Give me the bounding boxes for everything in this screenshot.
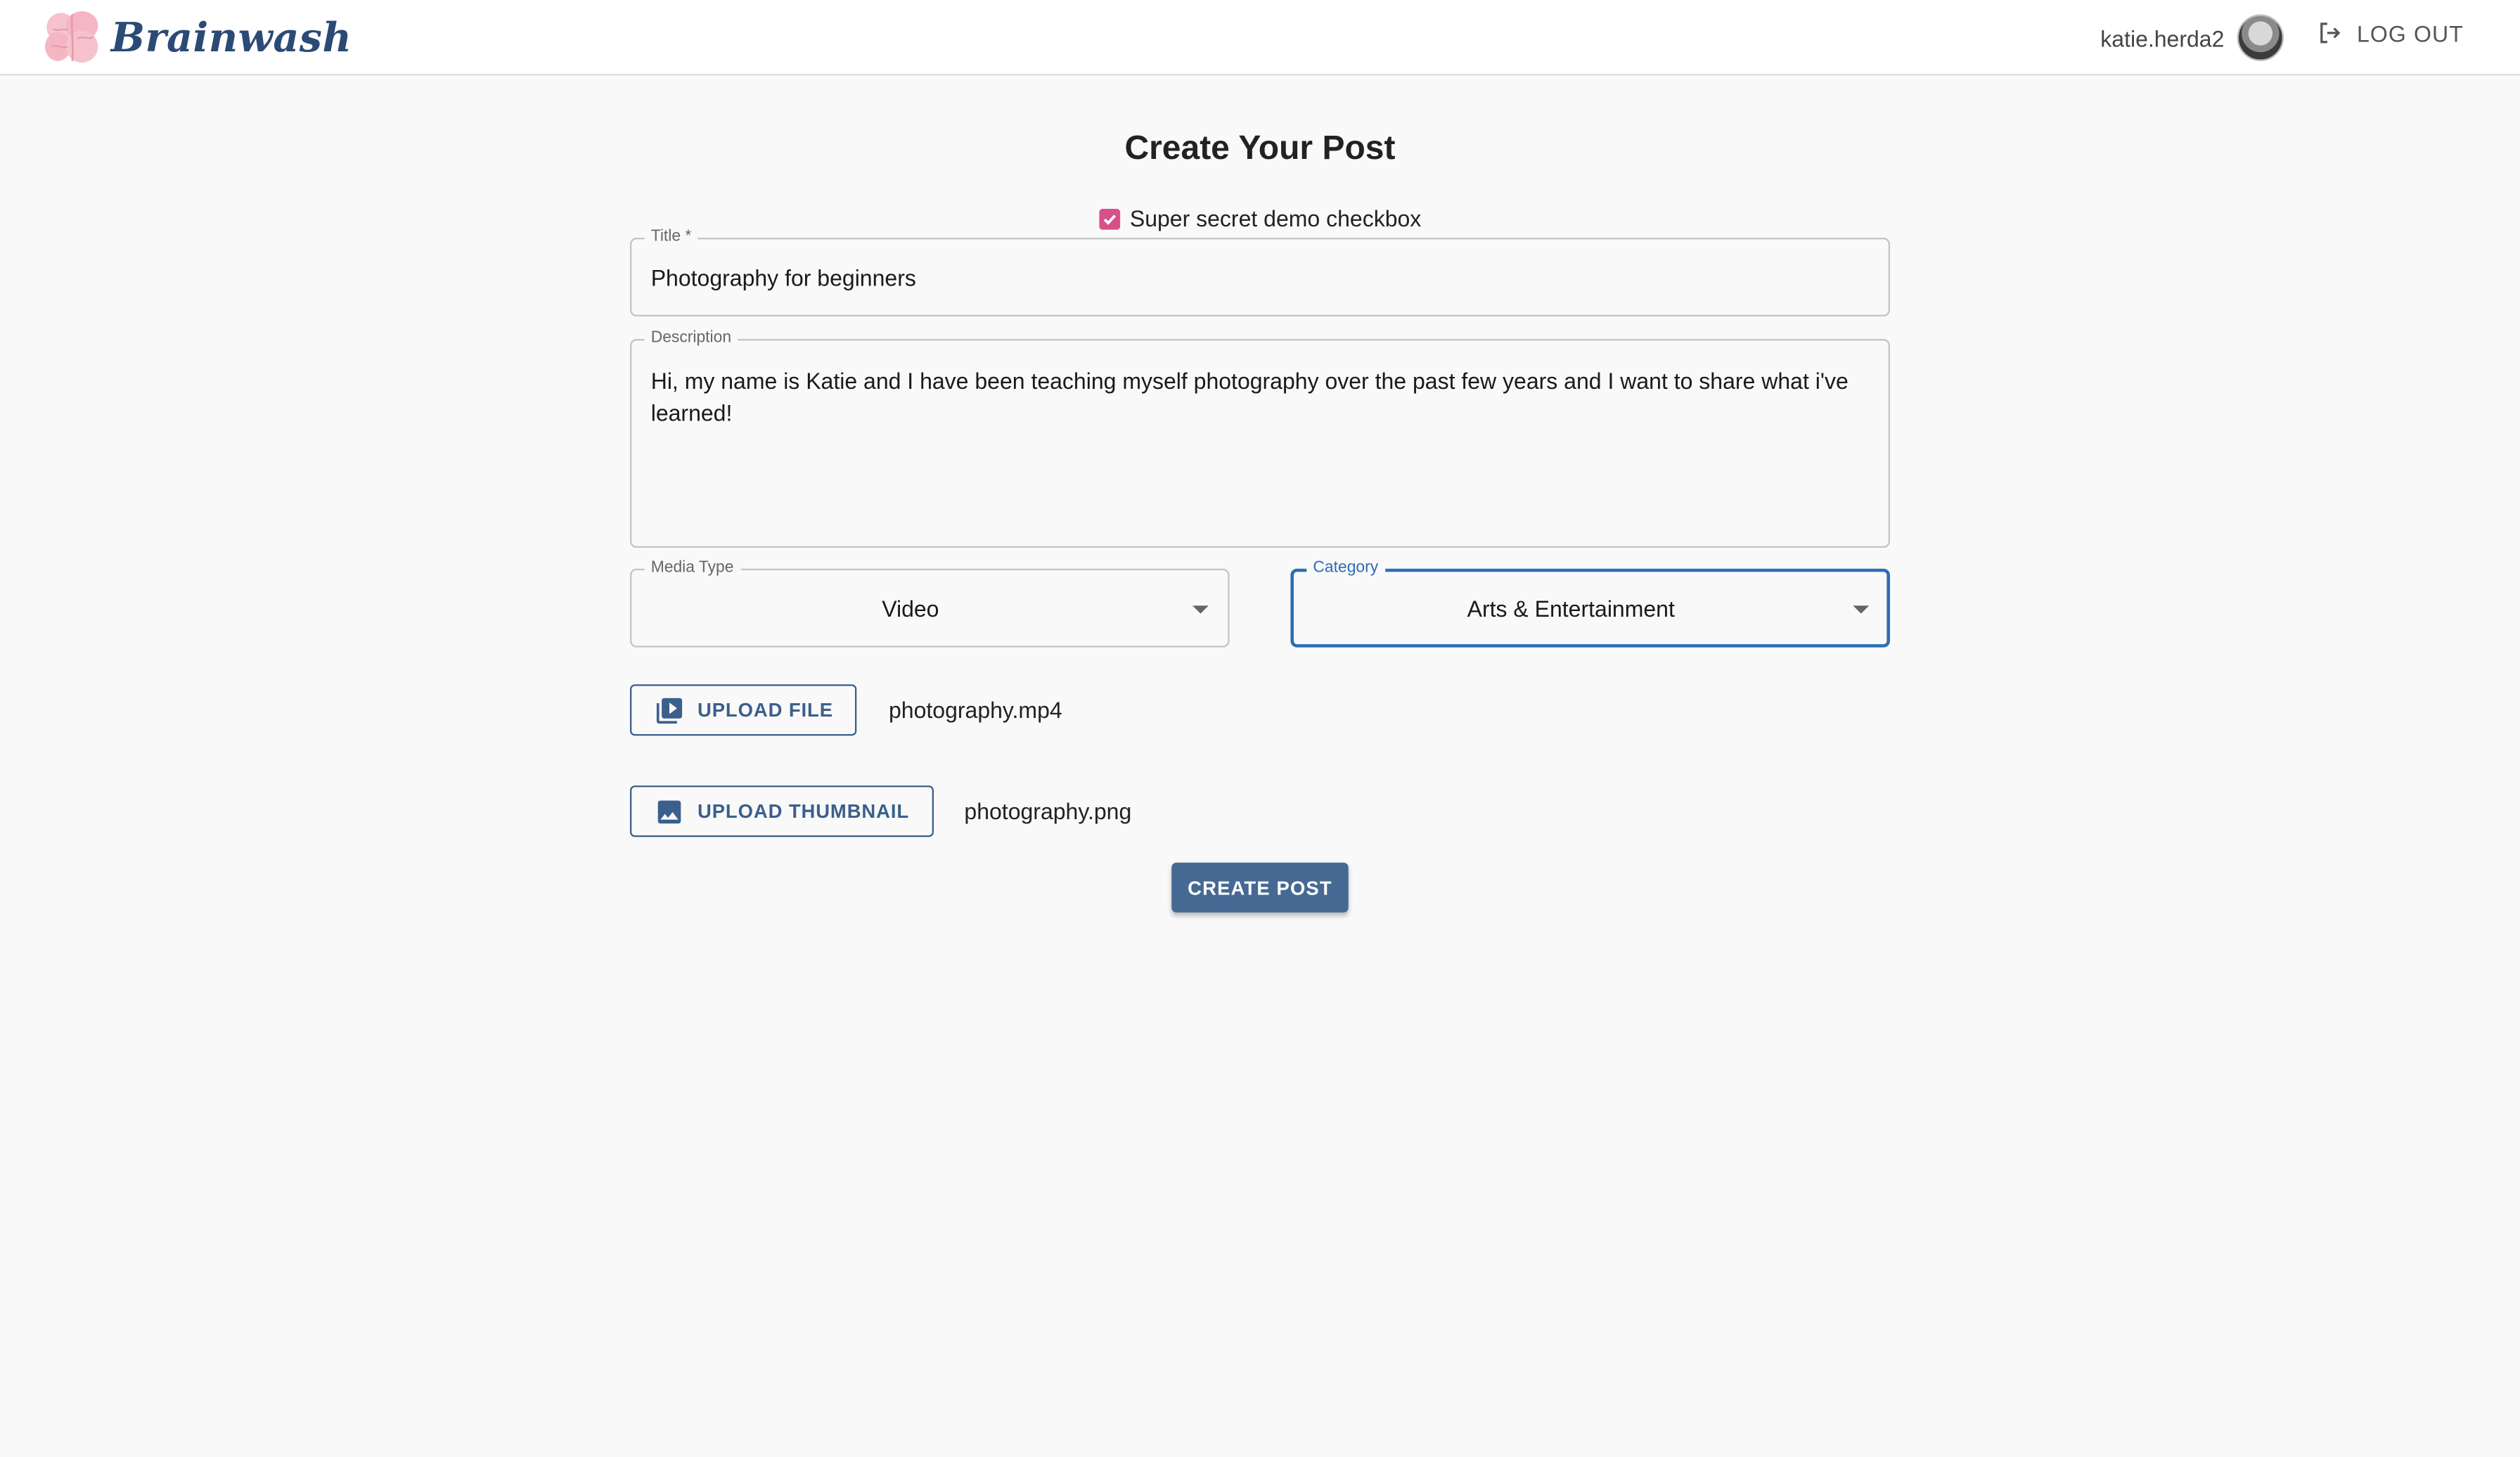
category-value: Arts & Entertainment	[1467, 596, 1675, 622]
app-root: Brainwash katie.herda2 LOG OUT Create Yo…	[0, 0, 2520, 1457]
upload-file-label: UPLOAD FILE	[697, 698, 833, 721]
page-title: Create Your Post	[1124, 130, 1396, 167]
caret-down-icon	[1853, 605, 1870, 614]
category-select[interactable]: Category Arts & Entertainment	[1290, 559, 1890, 648]
title-field-label: Title *	[644, 228, 698, 248]
caret-down-icon	[1192, 605, 1209, 614]
title-field[interactable]: Title * Photography for beginners	[629, 228, 1890, 317]
uploaded-thumbnail-name: photography.png	[964, 798, 1132, 824]
logout-label: LOG OUT	[2356, 20, 2464, 46]
user-menu[interactable]: katie.herda2	[2100, 14, 2284, 61]
brand[interactable]: Brainwash	[44, 10, 352, 65]
brand-name: Brainwash	[110, 13, 352, 60]
upload-thumbnail-label: UPLOAD THUMBNAIL	[697, 800, 910, 823]
avatar[interactable]	[2237, 14, 2284, 61]
title-input[interactable]: Photography for beginners	[651, 265, 916, 291]
demo-checkbox-row[interactable]: Super secret demo checkbox	[1099, 205, 1421, 231]
uploaded-file-name: photography.mp4	[888, 697, 1062, 724]
top-app-bar: Brainwash katie.herda2 LOG OUT	[0, 0, 2520, 76]
description-field[interactable]: Description Hi, my name is Katie and I h…	[629, 329, 1890, 548]
logout-button[interactable]: LOG OUT	[2317, 19, 2464, 46]
media-type-value: Video	[882, 596, 939, 622]
username-label: katie.herda2	[2100, 25, 2225, 51]
upload-thumbnail-button[interactable]: UPLOAD THUMBNAIL	[629, 785, 934, 837]
image-icon	[657, 800, 681, 823]
media-type-label: Media Type	[644, 559, 740, 579]
demo-checkbox[interactable]	[1099, 207, 1121, 229]
check-icon	[1103, 214, 1117, 224]
media-type-select[interactable]: Media Type Video	[629, 559, 1230, 648]
demo-checkbox-label: Super secret demo checkbox	[1129, 205, 1422, 231]
brain-icon	[44, 11, 98, 63]
create-post-button[interactable]: CREATE POST	[1171, 862, 1349, 913]
description-textarea[interactable]: Hi, my name is Katie and I have been tea…	[651, 365, 1870, 429]
upload-file-button[interactable]: UPLOAD FILE	[629, 684, 858, 736]
description-field-label: Description	[644, 329, 738, 349]
logout-icon	[2321, 23, 2341, 44]
video-library-icon	[656, 697, 683, 723]
category-label: Category	[1306, 559, 1385, 579]
